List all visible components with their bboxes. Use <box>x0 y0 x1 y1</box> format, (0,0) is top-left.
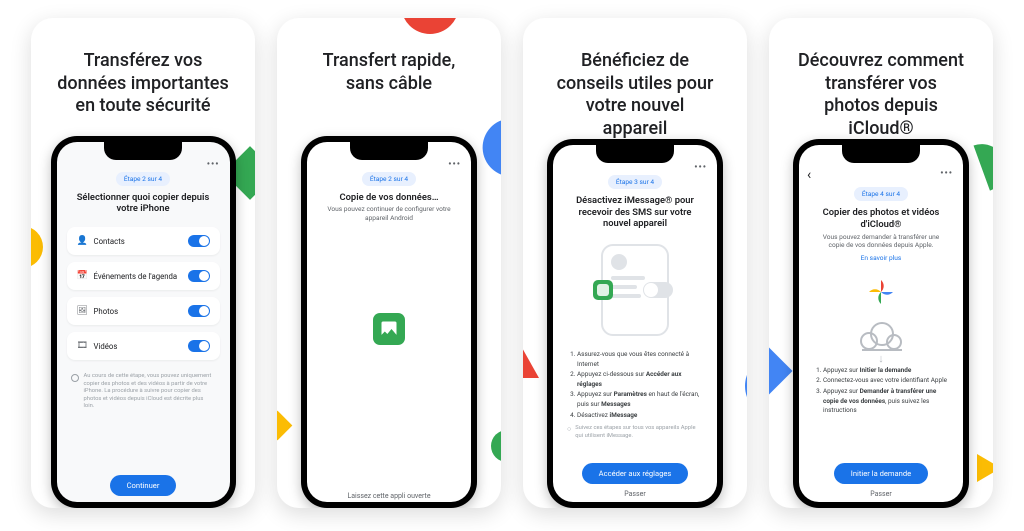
deco-green-circle <box>491 430 501 462</box>
toggle-switch[interactable] <box>188 305 210 317</box>
deco-green-halfcircle <box>974 137 993 190</box>
phone-mockup: ••• Étape 3 sur 4 Désactivez iMessage® p… <box>547 139 723 508</box>
toggle-row[interactable]: 📅 Événements de l'agenda <box>67 262 220 290</box>
screenshot-card-2: Transfert rapide, sans câble ••• Étape 2… <box>277 18 501 508</box>
toggle-switch[interactable] <box>188 270 210 282</box>
deco-blue-halfcircle <box>474 110 501 174</box>
photo-progress-icon <box>373 313 405 345</box>
deco-yellow-diamond <box>277 411 292 441</box>
keep-open-note: Laissez cette appli ouverte <box>307 492 471 502</box>
toggle-list: 👤 Contacts 📅 Événements de l'agenda 🖼 Photos 🎞… <box>57 217 230 367</box>
card-headline: Découvrez comment transférer vos photos … <box>778 18 984 139</box>
screenshot-card-1: Transférez vos données importantes en to… <box>31 18 255 508</box>
imessage-icon <box>593 280 613 300</box>
screen-subtitle: Vous pouvez continuer de configurer votr… <box>307 205 471 222</box>
datatype-icon: 🎞 <box>77 341 87 351</box>
card-headline: Transfert rapide, sans câble <box>303 18 476 134</box>
open-settings-button[interactable]: Accéder aux réglages <box>582 463 689 484</box>
skip-button[interactable]: Passer <box>799 484 963 502</box>
deco-red-triangle <box>523 346 539 378</box>
step-pill: Étape 2 sur 4 <box>362 172 416 186</box>
screen-title: Copie de vos données… <box>307 186 471 206</box>
toggle-switch[interactable] <box>188 235 210 247</box>
deco-yellow-triangle <box>977 454 993 482</box>
list-item: Appuyez ci-dessous sur Accéder aux régla… <box>577 370 703 389</box>
phone-mockup: ••• Étape 2 sur 4 Sélectionner quoi copi… <box>51 136 236 508</box>
datatype-icon: 📅 <box>77 271 87 281</box>
continue-button[interactable]: Continuer <box>110 475 177 496</box>
phone-notch <box>104 142 182 160</box>
step-pill: Étape 2 sur 4 <box>116 172 170 186</box>
more-icon[interactable]: ••• <box>940 173 955 177</box>
list-item: Appuyez sur Demander à transférer une co… <box>823 387 949 416</box>
toggle-label: Contacts <box>94 237 188 246</box>
phone-notch <box>350 142 428 160</box>
deco-blue-halfcircle <box>745 354 747 418</box>
toggle-row[interactable]: 🖼 Photos <box>67 297 220 325</box>
screen-title: Désactivez iMessage® pour recevoir des S… <box>553 189 717 232</box>
more-icon[interactable]: ••• <box>694 167 709 171</box>
card-headline: Bénéficiez de conseils utiles pour votre… <box>537 18 734 139</box>
instruction-list: Appuyez sur Initier la demandeConnectez-… <box>799 360 963 417</box>
toggle-label: Photos <box>94 307 188 316</box>
info-icon <box>71 374 79 382</box>
phone-notch <box>842 145 920 163</box>
instruction-footnote: ○ Suivez ces étapes sur tous vos apparei… <box>553 421 717 440</box>
deco-blue-diamond <box>769 338 793 403</box>
step-pill: Étape 3 sur 4 <box>608 175 662 189</box>
step-pill: Étape 4 sur 4 <box>854 187 908 201</box>
toggle-switch[interactable] <box>188 340 210 352</box>
google-photos-icon <box>865 276 897 308</box>
screen-title: Sélectionner quoi copier depuis votre iP… <box>57 186 230 218</box>
phone-mockup: ••• Étape 2 sur 4 Copie de vos données… … <box>301 136 477 508</box>
phone-mockup: ‹ ••• Étape 4 sur 4 Copier des photos et… <box>793 139 969 508</box>
info-note: Au cours de cette étape, vous pouvez uni… <box>57 367 230 417</box>
card-headline: Transférez vos données importantes en to… <box>37 18 248 134</box>
toggle-label: Événements de l'agenda <box>94 272 188 281</box>
toggle-row[interactable]: 🎞 Vidéos <box>67 332 220 360</box>
phone-notch <box>596 145 674 163</box>
list-item: Connectez-vous avec votre identifiant Ap… <box>823 376 949 386</box>
screen-subtitle: Vous pouvez demander à transférer une co… <box>799 233 963 250</box>
skip-button[interactable]: Passer <box>553 484 717 502</box>
list-item: Assurez-vous que vous êtes connecté à In… <box>577 350 703 369</box>
toggle-label: Vidéos <box>94 342 188 351</box>
imessage-illustration <box>601 244 669 336</box>
datatype-icon: 🖼 <box>77 306 87 316</box>
icloud-download-icon: ↓ <box>856 322 906 354</box>
more-icon[interactable]: ••• <box>448 164 463 168</box>
back-icon[interactable]: ‹ <box>807 167 811 183</box>
off-toggle-icon <box>643 282 673 298</box>
instruction-list: Assurez-vous que vous êtes connecté à In… <box>553 344 717 421</box>
deco-yellow-circle <box>31 226 43 268</box>
screenshot-card-3: Bénéficiez de conseils utiles pour votre… <box>523 18 747 508</box>
learn-more-link[interactable]: En savoir plus <box>799 250 963 262</box>
screenshot-card-4: Découvrez comment transférer vos photos … <box>769 18 993 508</box>
screen-title: Copier des photos et vidéos d'iCloud® <box>799 201 963 233</box>
toggle-row[interactable]: 👤 Contacts <box>67 227 220 255</box>
list-item: Appuyez sur Paramètres en haut de l'écra… <box>577 390 703 409</box>
list-item: Désactivez iMessage <box>577 411 703 421</box>
list-item: Appuyez sur Initier la demande <box>823 366 949 376</box>
datatype-icon: 👤 <box>77 236 87 246</box>
initiate-request-button[interactable]: Initier la demande <box>834 463 928 484</box>
more-icon[interactable]: ••• <box>207 164 222 168</box>
